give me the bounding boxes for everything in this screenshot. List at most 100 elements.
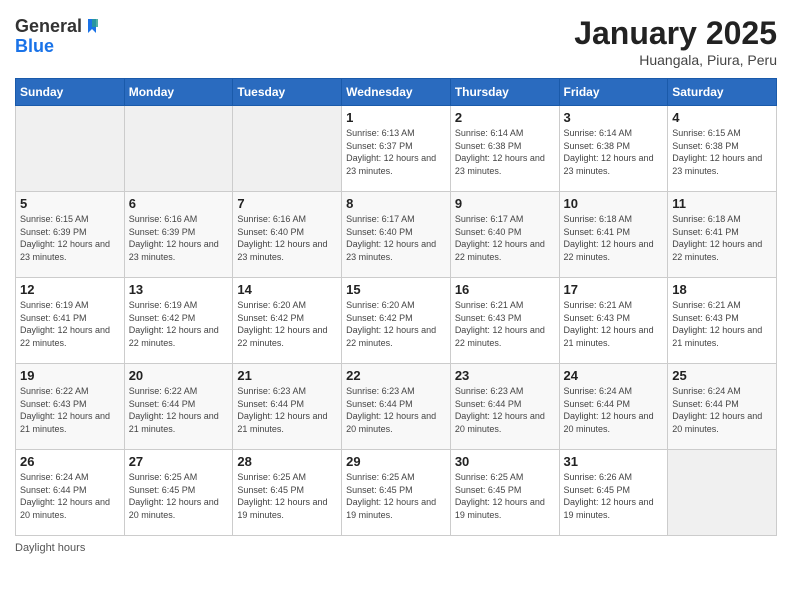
- day-info: Sunrise: 6:21 AMSunset: 6:43 PMDaylight:…: [455, 299, 555, 349]
- daylight-label: Daylight hours: [15, 542, 85, 554]
- day-info: Sunrise: 6:22 AMSunset: 6:44 PMDaylight:…: [129, 385, 229, 435]
- day-number: 24: [564, 368, 664, 383]
- day-info: Sunrise: 6:25 AMSunset: 6:45 PMDaylight:…: [455, 471, 555, 521]
- table-row: 26 Sunrise: 6:24 AMSunset: 6:44 PMDayligh…: [16, 450, 125, 536]
- table-row: [233, 106, 342, 192]
- table-row: 8 Sunrise: 6:17 AMSunset: 6:40 PMDaylight…: [342, 192, 451, 278]
- table-row: 7 Sunrise: 6:16 AMSunset: 6:40 PMDaylight…: [233, 192, 342, 278]
- col-friday: Friday: [559, 79, 668, 106]
- calendar-week-0: 1 Sunrise: 6:13 AMSunset: 6:37 PMDaylight…: [16, 106, 777, 192]
- table-row: 14Sunrise: 6:20 AMSunset: 6:42 PMDayligh…: [233, 278, 342, 364]
- day-number: 15: [346, 282, 446, 297]
- table-row: 9 Sunrise: 6:17 AMSunset: 6:40 PMDaylight…: [450, 192, 559, 278]
- calendar-header: Sunday Monday Tuesday Wednesday Thursday…: [16, 79, 777, 106]
- day-info: Sunrise: 6:25 AMSunset: 6:45 PMDaylight:…: [129, 471, 229, 521]
- day-info: Sunrise: 6:21 AMSunset: 6:43 PMDaylight:…: [672, 299, 772, 349]
- table-row: 27 Sunrise: 6:25 AMSunset: 6:45 PMDayligh…: [124, 450, 233, 536]
- day-number: 12: [20, 282, 120, 297]
- table-row: 5 Sunrise: 6:15 AMSunset: 6:39 PMDaylight…: [16, 192, 125, 278]
- logo-flag-icon: [84, 15, 106, 37]
- day-number: 20: [129, 368, 229, 383]
- day-number: 8: [346, 196, 446, 211]
- page-location: Huangala, Piura, Peru: [574, 52, 777, 68]
- col-tuesday: Tuesday: [233, 79, 342, 106]
- footer: Daylight hours: [15, 542, 777, 554]
- table-row: 3Sunrise: 6:14 AMSunset: 6:38 PMDaylight…: [559, 106, 668, 192]
- day-info: Sunrise: 6:22 AMSunset: 6:43 PMDaylight:…: [20, 385, 120, 435]
- day-info: Sunrise: 6:15 AMSunset: 6:39 PMDaylight:…: [20, 213, 120, 263]
- page: General Blue January 2025 Huangala, Piur…: [0, 0, 792, 612]
- day-number: 25: [672, 368, 772, 383]
- table-row: 10 Sunrise: 6:18 AMSunset: 6:41 PMDayligh…: [559, 192, 668, 278]
- day-number: 5: [20, 196, 120, 211]
- table-row: 1 Sunrise: 6:13 AMSunset: 6:37 PMDaylight…: [342, 106, 451, 192]
- day-number: 26: [20, 454, 120, 469]
- table-row: 30Sunrise: 6:25 AMSunset: 6:45 PMDayligh…: [450, 450, 559, 536]
- day-info: Sunrise: 6:15 AMSunset: 6:38 PMDaylight:…: [672, 127, 772, 177]
- day-info: Sunrise: 6:23 AMSunset: 6:44 PMDaylight:…: [237, 385, 337, 435]
- day-info: Sunrise: 6:24 AMSunset: 6:44 PMDaylight:…: [672, 385, 772, 435]
- day-number: 29: [346, 454, 446, 469]
- calendar-week-3: 19 Sunrise: 6:22 AMSunset: 6:43 PMDayligh…: [16, 364, 777, 450]
- day-info: Sunrise: 6:13 AMSunset: 6:37 PMDaylight:…: [346, 127, 446, 177]
- calendar-body: 1 Sunrise: 6:13 AMSunset: 6:37 PMDaylight…: [16, 106, 777, 536]
- table-row: 4 Sunrise: 6:15 AMSunset: 6:38 PMDaylight…: [668, 106, 777, 192]
- logo-blue-text: Blue: [15, 37, 106, 55]
- col-thursday: Thursday: [450, 79, 559, 106]
- day-number: 13: [129, 282, 229, 297]
- day-number: 17: [564, 282, 664, 297]
- calendar-week-2: 12 Sunrise: 6:19 AMSunset: 6:41 PMDayligh…: [16, 278, 777, 364]
- day-info: Sunrise: 6:16 AMSunset: 6:40 PMDaylight:…: [237, 213, 337, 263]
- day-info: Sunrise: 6:24 AMSunset: 6:44 PMDaylight:…: [20, 471, 120, 521]
- day-number: 10: [564, 196, 664, 211]
- day-info: Sunrise: 6:20 AMSunset: 6:42 PMDaylight:…: [346, 299, 446, 349]
- day-number: 4: [672, 110, 772, 125]
- table-row: 13Sunrise: 6:19 AMSunset: 6:42 PMDayligh…: [124, 278, 233, 364]
- day-number: 7: [237, 196, 337, 211]
- day-info: Sunrise: 6:25 AMSunset: 6:45 PMDaylight:…: [346, 471, 446, 521]
- table-row: 6 Sunrise: 6:16 AMSunset: 6:39 PMDaylight…: [124, 192, 233, 278]
- table-row: 17 Sunrise: 6:21 AMSunset: 6:43 PMDayligh…: [559, 278, 668, 364]
- day-number: 31: [564, 454, 664, 469]
- table-row: 22 Sunrise: 6:23 AMSunset: 6:44 PMDayligh…: [342, 364, 451, 450]
- table-row: 12 Sunrise: 6:19 AMSunset: 6:41 PMDayligh…: [16, 278, 125, 364]
- table-row: [16, 106, 125, 192]
- table-row: [124, 106, 233, 192]
- logo: General Blue: [15, 15, 106, 55]
- day-number: 22: [346, 368, 446, 383]
- day-info: Sunrise: 6:20 AMSunset: 6:42 PMDaylight:…: [237, 299, 337, 349]
- calendar-week-4: 26 Sunrise: 6:24 AMSunset: 6:44 PMDayligh…: [16, 450, 777, 536]
- day-info: Sunrise: 6:19 AMSunset: 6:41 PMDaylight:…: [20, 299, 120, 349]
- col-wednesday: Wednesday: [342, 79, 451, 106]
- day-number: 1: [346, 110, 446, 125]
- day-number: 9: [455, 196, 555, 211]
- day-info: Sunrise: 6:17 AMSunset: 6:40 PMDaylight:…: [346, 213, 446, 263]
- table-row: 11Sunrise: 6:18 AMSunset: 6:41 PMDayligh…: [668, 192, 777, 278]
- day-info: Sunrise: 6:16 AMSunset: 6:39 PMDaylight:…: [129, 213, 229, 263]
- day-info: Sunrise: 6:21 AMSunset: 6:43 PMDaylight:…: [564, 299, 664, 349]
- table-row: 15 Sunrise: 6:20 AMSunset: 6:42 PMDayligh…: [342, 278, 451, 364]
- day-info: Sunrise: 6:18 AMSunset: 6:41 PMDaylight:…: [672, 213, 772, 263]
- table-row: 2Sunrise: 6:14 AMSunset: 6:38 PMDaylight…: [450, 106, 559, 192]
- day-number: 16: [455, 282, 555, 297]
- page-title: January 2025: [574, 15, 777, 52]
- day-info: Sunrise: 6:23 AMSunset: 6:44 PMDaylight:…: [346, 385, 446, 435]
- table-row: 19 Sunrise: 6:22 AMSunset: 6:43 PMDayligh…: [16, 364, 125, 450]
- table-row: 25 Sunrise: 6:24 AMSunset: 6:44 PMDayligh…: [668, 364, 777, 450]
- day-info: Sunrise: 6:17 AMSunset: 6:40 PMDaylight:…: [455, 213, 555, 263]
- day-info: Sunrise: 6:23 AMSunset: 6:44 PMDaylight:…: [455, 385, 555, 435]
- day-number: 27: [129, 454, 229, 469]
- table-row: 28Sunrise: 6:25 AMSunset: 6:45 PMDayligh…: [233, 450, 342, 536]
- table-row: [668, 450, 777, 536]
- day-number: 28: [237, 454, 337, 469]
- day-number: 6: [129, 196, 229, 211]
- header: General Blue January 2025 Huangala, Piur…: [15, 15, 777, 68]
- day-info: Sunrise: 6:18 AMSunset: 6:41 PMDaylight:…: [564, 213, 664, 263]
- day-number: 3: [564, 110, 664, 125]
- table-row: 29 Sunrise: 6:25 AMSunset: 6:45 PMDayligh…: [342, 450, 451, 536]
- title-block: January 2025 Huangala, Piura, Peru: [574, 15, 777, 68]
- day-info: Sunrise: 6:26 AMSunset: 6:45 PMDaylight:…: [564, 471, 664, 521]
- day-info: Sunrise: 6:24 AMSunset: 6:44 PMDaylight:…: [564, 385, 664, 435]
- day-number: 19: [20, 368, 120, 383]
- table-row: 20 Sunrise: 6:22 AMSunset: 6:44 PMDayligh…: [124, 364, 233, 450]
